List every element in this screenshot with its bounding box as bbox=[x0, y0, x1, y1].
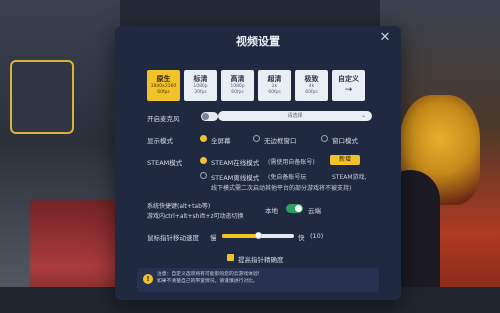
preset-label: 高清 bbox=[230, 75, 245, 83]
steam-online-note: (需使用自备账号) bbox=[268, 159, 315, 166]
select-placeholder: 请选择 bbox=[287, 113, 303, 119]
preset-label: 自定义 bbox=[338, 75, 359, 83]
precision-label: 提高指针精确度 bbox=[238, 256, 284, 264]
preset-label: 极致 bbox=[304, 75, 319, 83]
mic-device-select[interactable]: 请选择 ⌄ bbox=[218, 111, 372, 121]
toggle-knob bbox=[202, 113, 209, 120]
steam-offline-label: STEAM离线模式 bbox=[211, 174, 260, 182]
radio-fullscreen[interactable] bbox=[200, 135, 207, 142]
preset-label: 标清 bbox=[193, 75, 208, 83]
preset-hd[interactable]: 高清 1080p 60fps bbox=[221, 70, 254, 101]
preset-fps: 60fps bbox=[268, 90, 281, 95]
preset-fps: 60fps bbox=[231, 90, 244, 95]
mouse-speed-slow: 慢 bbox=[210, 234, 217, 242]
dialog-title: 视频设置 bbox=[236, 35, 280, 48]
slider-fill bbox=[222, 234, 258, 238]
mic-toggle[interactable] bbox=[201, 112, 218, 121]
quality-presets: 原生 3840x2160 60fps 标清 1080p 30fps 高清 108… bbox=[147, 70, 365, 101]
mic-label: 开启麦克风 bbox=[147, 115, 180, 123]
preset-ultra[interactable]: 超清 2k 60fps bbox=[258, 70, 291, 101]
close-icon[interactable]: ✕ bbox=[377, 30, 393, 46]
steam-mode-label: STEAM模式 bbox=[147, 159, 183, 167]
radio-label-borderless: 无边框窗口 bbox=[264, 137, 297, 145]
background-card bbox=[10, 60, 74, 134]
arrow-right-icon: → bbox=[344, 85, 353, 95]
radio-borderless[interactable] bbox=[253, 135, 260, 142]
shortcut-line-2: 游戏内ctrl+alt+shift+z可动态切换 bbox=[147, 213, 244, 220]
mouse-speed-fast: 快 bbox=[298, 234, 305, 242]
notice-line-1: 注意：自定义选项将有可能影响您的云游戏体验! bbox=[157, 272, 260, 277]
shortcut-cloud-label: 云端 bbox=[308, 207, 321, 215]
radio-steam-offline[interactable] bbox=[200, 172, 207, 179]
steam-offline-note-1b: STEAM游戏, bbox=[332, 174, 367, 181]
steam-offline-note-1: (免自备账号玩 bbox=[268, 174, 307, 181]
radio-label-fullscreen: 全屏幕 bbox=[211, 137, 231, 145]
warning-icon: ! bbox=[143, 274, 153, 284]
steam-online-label: STEAM在线模式 bbox=[211, 159, 260, 167]
steam-offline-note-2: 线下模式需二次启动其他平台的部分游戏将不被支持) bbox=[211, 185, 352, 192]
chevron-down-icon: ⌄ bbox=[360, 112, 366, 119]
notice-line-2: 如果不清楚自己的带宽情况，请谨慎进行对比。 bbox=[157, 279, 258, 284]
radio-label-windowed: 窗口模式 bbox=[332, 137, 358, 145]
shortcut-toggle[interactable] bbox=[286, 204, 303, 213]
preset-sd[interactable]: 标清 1080p 30fps bbox=[184, 70, 217, 101]
preset-native[interactable]: 原生 3840x2160 60fps bbox=[147, 70, 180, 101]
new-badge: 新增 bbox=[330, 155, 360, 165]
toggle-knob bbox=[295, 205, 302, 212]
preset-fps: 60fps bbox=[157, 90, 170, 95]
preset-label: 原生 bbox=[156, 75, 171, 83]
display-mode-label: 显示模式 bbox=[147, 137, 173, 145]
mouse-speed-slider[interactable] bbox=[222, 232, 294, 239]
radio-windowed[interactable] bbox=[321, 135, 328, 142]
preset-fps: 30fps bbox=[194, 90, 207, 95]
radio-steam-online[interactable] bbox=[200, 157, 207, 164]
preset-label: 超清 bbox=[267, 75, 282, 83]
mouse-speed-value: (10) bbox=[310, 232, 324, 240]
preset-extreme[interactable]: 极致 4k 60fps bbox=[295, 70, 328, 101]
shortcut-local-label: 本地 bbox=[265, 207, 278, 215]
slider-handle[interactable] bbox=[254, 232, 262, 239]
preset-fps: 60fps bbox=[305, 90, 318, 95]
mouse-speed-label: 鼠标指针移动速度 bbox=[147, 234, 199, 242]
shortcut-line-1: 系统快捷键(alt+tab等) bbox=[147, 203, 211, 210]
notice-box: ! 注意：自定义选项将有可能影响您的云游戏体验! 如果不清楚自己的带宽情况，请谨… bbox=[137, 268, 379, 292]
precision-checkbox[interactable] bbox=[227, 254, 234, 261]
preset-custom[interactable]: 自定义 → bbox=[332, 70, 365, 101]
